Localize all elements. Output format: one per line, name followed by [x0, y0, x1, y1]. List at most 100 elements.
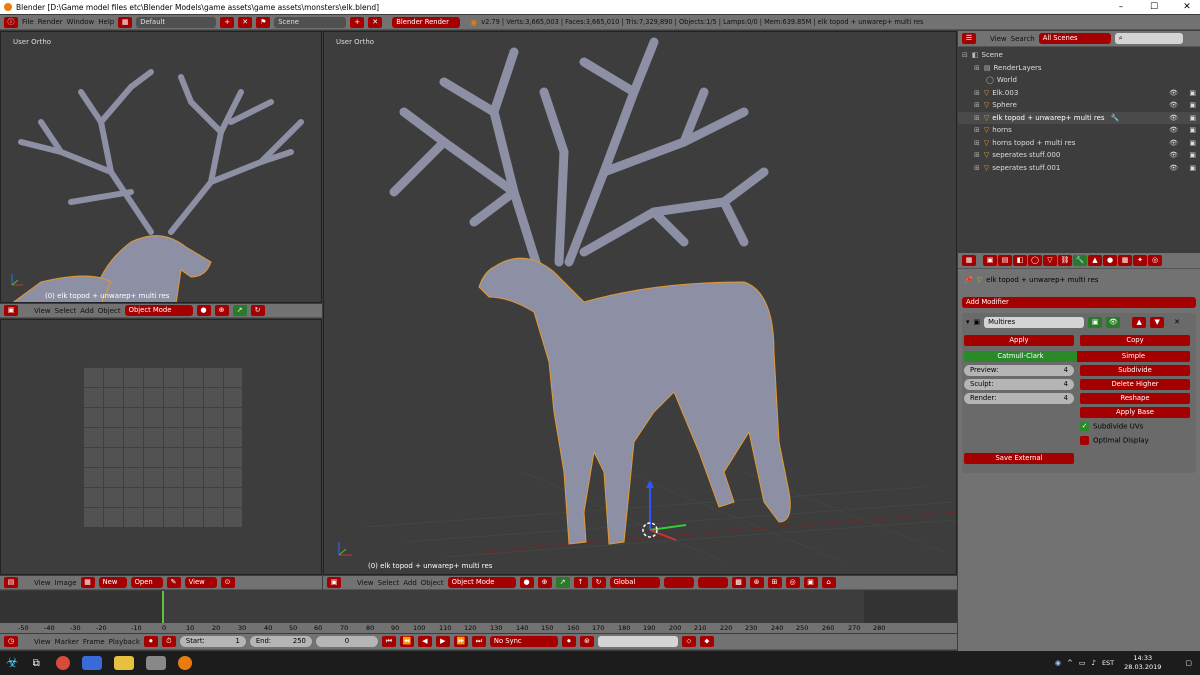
proportional-icon[interactable]: ◎: [785, 577, 800, 588]
render-camera-icon[interactable]: ▣: [1189, 126, 1196, 134]
outliner-item-seperates-001[interactable]: ⊞ ▽ seperates stuff.001 👁 ▣: [958, 162, 1200, 175]
pin-icon[interactable]: 📌: [964, 276, 973, 284]
task-view-icon[interactable]: ⧉: [33, 658, 40, 669]
mode-select[interactable]: Object Mode: [124, 305, 193, 316]
tray-show-hidden-icon[interactable]: ^: [1067, 659, 1073, 667]
layout-add-button[interactable]: +: [220, 16, 235, 28]
close-button[interactable]: ✕: [1176, 0, 1198, 14]
tray-app-icon[interactable]: ◉: [1055, 659, 1061, 667]
menu-add[interactable]: Add: [80, 307, 94, 315]
outliner-item-seperates-000[interactable]: ⊞ ▽ seperates stuff.000 👁 ▣: [958, 149, 1200, 162]
translate-icon[interactable]: ↑: [573, 577, 588, 588]
outliner-item-scene[interactable]: ⊟ ◧ Scene: [958, 49, 1200, 62]
render-camera-icon[interactable]: ▣: [1189, 101, 1196, 109]
pivot-icon[interactable]: ⊙: [220, 577, 235, 588]
delete-keyframe-icon[interactable]: ⬥: [699, 636, 714, 647]
outliner-item-elk-topod[interactable]: ⊞ ▽ elk topod + unwarep+ multi res 🔧 👁 ▣: [958, 111, 1200, 124]
timeline[interactable]: -50 -40 -30 -20 -10 0 10 20 30 40 50 60 …: [0, 591, 957, 633]
uv-image-editor[interactable]: [0, 319, 322, 575]
snap-icon[interactable]: ⊛: [749, 577, 764, 588]
current-frame-field[interactable]: 0: [315, 636, 378, 647]
modifiers-tab-icon[interactable]: 🔧: [1073, 255, 1087, 266]
chrome-icon[interactable]: [55, 656, 70, 670]
outliner-item-world[interactable]: ◯ World: [958, 74, 1200, 87]
editor-type-icon[interactable]: ▣: [327, 577, 341, 588]
rotate-icon[interactable]: ↻: [250, 305, 265, 316]
render-camera-icon[interactable]: ▣: [1189, 164, 1196, 172]
simple-button[interactable]: Simple: [1077, 351, 1190, 362]
menu-object[interactable]: Object: [98, 307, 121, 315]
delete-higher-button[interactable]: Delete Higher: [1080, 379, 1190, 390]
menu-render[interactable]: Render: [38, 18, 63, 26]
scene-add-button[interactable]: +: [350, 16, 365, 28]
editor-type-icon[interactable]: ▦: [962, 255, 976, 266]
optimal-display-checkbox[interactable]: Optimal Display: [1080, 436, 1149, 445]
keying-icon[interactable]: ⏺: [561, 636, 576, 647]
outliner-item-horns-topod[interactable]: ⊞ ▽ horns topod + multi res 👁 ▣: [958, 137, 1200, 150]
open-image-button[interactable]: Open: [130, 577, 163, 588]
outliner-item-horns[interactable]: ⊞ ▽ horns 👁 ▣: [958, 124, 1200, 137]
keying-set-field[interactable]: [597, 636, 678, 647]
menu-select[interactable]: Select: [378, 579, 400, 587]
viewport-left[interactable]: User Ortho (0) elk topod + unwarep+ mult…: [0, 31, 322, 303]
render-levels-field[interactable]: Render: 4: [964, 393, 1074, 404]
keyboard-language[interactable]: EST: [1102, 659, 1114, 667]
render-tab-icon[interactable]: ▣: [983, 255, 997, 266]
copy-button[interactable]: Copy: [1080, 335, 1190, 346]
object-tab-icon[interactable]: ▽: [1043, 255, 1057, 266]
outliner-item-elk003[interactable]: ⊞ ▽ Elk.003 👁 ▣: [958, 87, 1200, 100]
pivot-icon[interactable]: ⊕: [537, 577, 552, 588]
manipulator-icon[interactable]: ↗: [555, 577, 570, 588]
layers-b[interactable]: [697, 577, 728, 588]
layer-lock-icon[interactable]: ▩: [731, 577, 746, 588]
apply-base-button[interactable]: Apply Base: [1080, 407, 1190, 418]
file-explorer-icon[interactable]: [113, 656, 134, 670]
rotate-icon[interactable]: ↻: [591, 577, 606, 588]
visibility-eye-icon[interactable]: 👁: [1169, 126, 1178, 134]
menu-window[interactable]: Window: [67, 18, 95, 26]
sync-mode-select[interactable]: No Sync: [489, 636, 558, 647]
current-frame-line[interactable]: [162, 591, 164, 623]
collapse-icon[interactable]: ▾: [966, 318, 970, 326]
record-icon[interactable]: ⏺: [143, 636, 158, 647]
app-icon[interactable]: [145, 656, 166, 670]
shading-icon[interactable]: ●: [519, 577, 534, 588]
snap-element-icon[interactable]: ⊞: [767, 577, 782, 588]
menu-view[interactable]: View: [34, 638, 51, 646]
move-up-icon[interactable]: ▲: [1132, 316, 1147, 328]
notifications-icon[interactable]: ▢: [1185, 659, 1192, 667]
outliner-search-input[interactable]: ⌕: [1114, 33, 1183, 44]
image-browse-icon[interactable]: ▦: [80, 577, 95, 588]
menu-view[interactable]: View: [357, 579, 374, 587]
texture-tab-icon[interactable]: ▦: [1118, 255, 1132, 266]
menu-file[interactable]: File: [22, 18, 34, 26]
menu-object[interactable]: Object: [421, 579, 444, 587]
world-tab-icon[interactable]: ◯: [1028, 255, 1042, 266]
particles-tab-icon[interactable]: ✦: [1133, 255, 1147, 266]
material-tab-icon[interactable]: ●: [1103, 255, 1117, 266]
layout-icon[interactable]: ▦: [118, 16, 133, 28]
media-player-icon[interactable]: [81, 656, 102, 670]
apply-button[interactable]: Apply: [964, 335, 1074, 346]
scene-remove-button[interactable]: ✕: [368, 16, 383, 28]
next-keyframe-icon[interactable]: ⏩: [453, 636, 468, 647]
render-engine-select[interactable]: Blender Render: [392, 16, 461, 28]
jump-start-icon[interactable]: ⏮: [381, 636, 396, 647]
start-frame-field[interactable]: Start: 1: [179, 636, 246, 647]
save-external-button[interactable]: Save External: [964, 453, 1074, 464]
pivot-icon[interactable]: ⊕: [214, 305, 229, 316]
scene-select[interactable]: Scene: [274, 16, 347, 28]
prev-keyframe-icon[interactable]: ⏪: [399, 636, 414, 647]
blender-taskbar-icon[interactable]: [177, 656, 192, 670]
add-modifier-select[interactable]: Add Modifier: [962, 297, 1196, 308]
display-mode-select[interactable]: All Scenes: [1038, 33, 1111, 44]
view-mode-select[interactable]: View: [184, 577, 217, 588]
reshape-button[interactable]: Reshape: [1080, 393, 1190, 404]
visibility-eye-icon[interactable]: 👁: [1169, 139, 1178, 147]
remove-modifier-icon[interactable]: ✕: [1174, 318, 1180, 326]
menu-help[interactable]: Help: [98, 18, 114, 26]
show-in-editmode-icon[interactable]: ▣: [1088, 316, 1103, 328]
menu-playback[interactable]: Playback: [109, 638, 140, 646]
editor-type-icon[interactable]: ◷: [4, 636, 18, 647]
scene-tab-icon[interactable]: ◧: [1013, 255, 1027, 266]
